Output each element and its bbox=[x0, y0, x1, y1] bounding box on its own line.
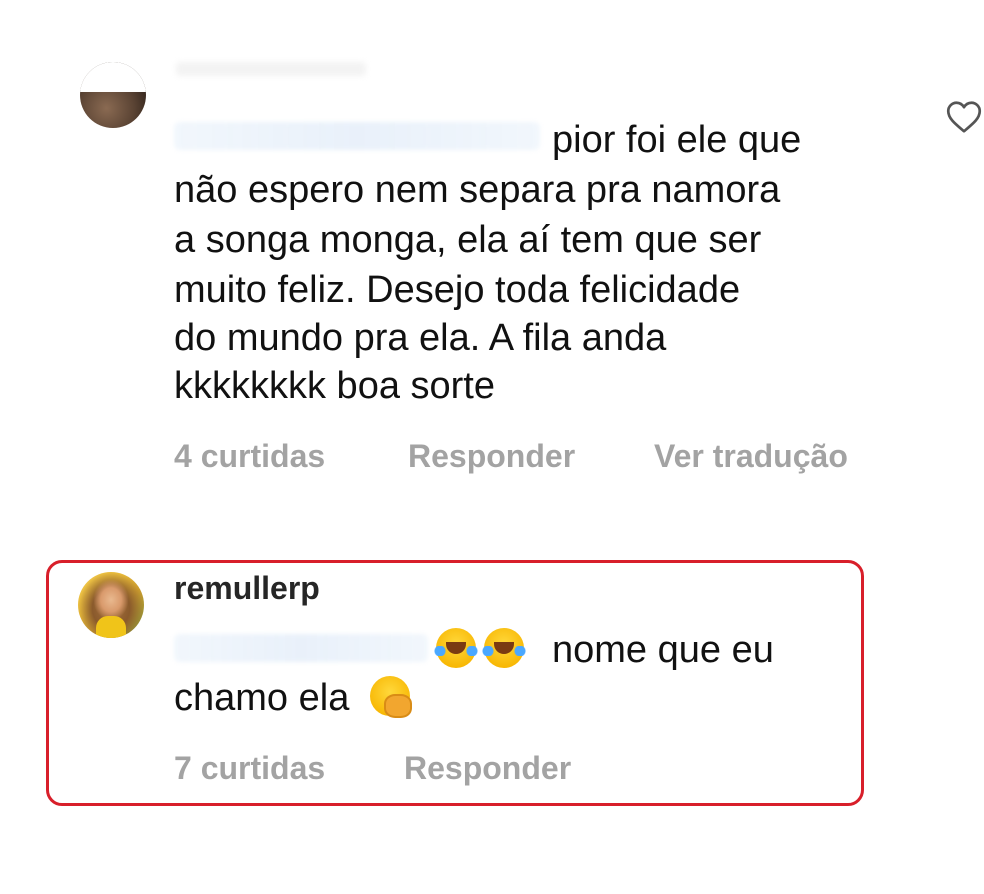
heart-icon[interactable] bbox=[946, 100, 982, 134]
redacted-mention bbox=[174, 122, 540, 150]
reply-button[interactable]: Responder bbox=[404, 750, 571, 787]
avatar[interactable] bbox=[80, 62, 146, 128]
hand-over-mouth-emoji bbox=[369, 676, 412, 718]
avatar[interactable] bbox=[78, 572, 144, 638]
likes-count[interactable]: 7 curtidas bbox=[174, 750, 325, 787]
reply-text: chamo ela bbox=[174, 677, 350, 719]
comment-text-line: do mundo pra ela. A fila anda bbox=[174, 317, 667, 359]
tears-of-joy-emoji bbox=[434, 628, 478, 668]
comment-text-line: pior foi ele que bbox=[552, 119, 802, 161]
translate-button[interactable]: Ver tradução bbox=[654, 438, 848, 475]
reply-button[interactable]: Responder bbox=[408, 438, 575, 475]
username[interactable]: remullerp bbox=[174, 570, 320, 607]
reply-text-line: nome que eu bbox=[434, 626, 774, 674]
comment-text-line: kkkkkkkk boa sorte bbox=[174, 365, 495, 407]
comment-text-line: a songa monga, ela aí tem que ser bbox=[174, 219, 762, 261]
comment-text-line: muito feliz. Desejo toda felicidade bbox=[174, 269, 741, 311]
redacted-username bbox=[176, 62, 366, 76]
comment-text-line: não espero nem separa pra namora bbox=[174, 169, 781, 211]
likes-count[interactable]: 4 curtidas bbox=[174, 438, 325, 475]
reply-text-line: chamo ela bbox=[174, 674, 418, 722]
redacted-mention bbox=[174, 634, 428, 662]
tears-of-joy-emoji bbox=[482, 628, 526, 668]
reply-text: nome que eu bbox=[552, 629, 774, 671]
